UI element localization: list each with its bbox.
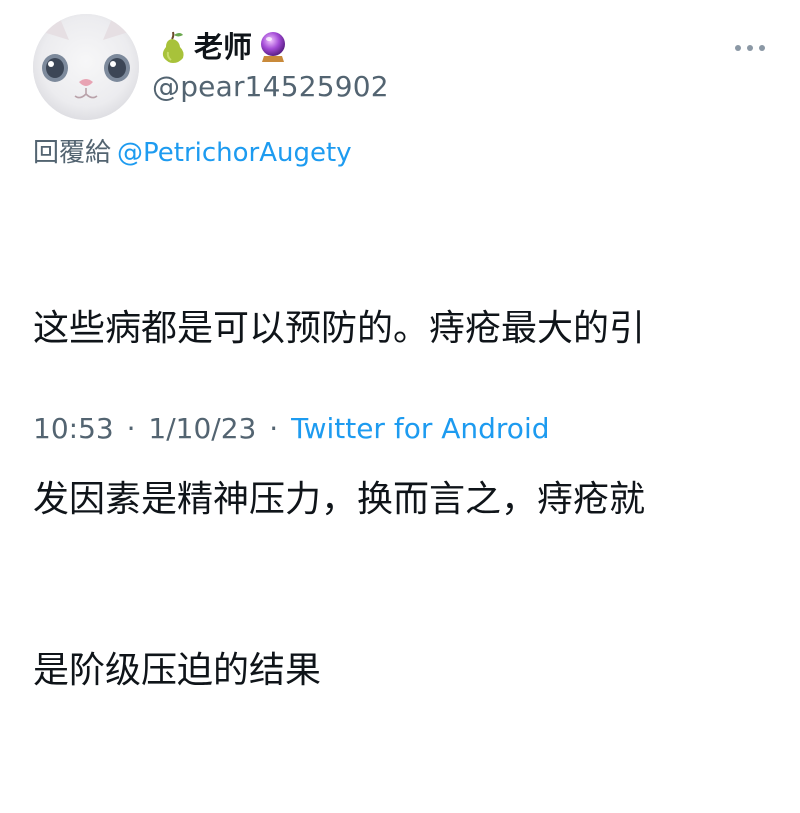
tweet-meta: 10:53 · 1/10/23 · Twitter for Android	[33, 409, 550, 449]
avatar[interactable]	[33, 14, 139, 120]
reply-target-link[interactable]: @PetrichorAugety	[117, 138, 352, 168]
user-handle[interactable]: @pear14525902	[152, 70, 389, 104]
tweet-text: 这些病都是可以预防的。痔疮最大的引 发因素是精神压力，换而言之，痔疮就 是阶级压…	[33, 186, 773, 813]
meta-separator: ·	[269, 412, 279, 445]
tweet: 老师 @pear14525902 回覆給 @PetrichorAugety 这些…	[0, 0, 800, 691]
tweet-source-link[interactable]: Twitter for Android	[291, 412, 549, 445]
tweet-text-line: 发因素是精神压力，换而言之，痔疮就	[33, 479, 646, 520]
meta-separator: ·	[126, 412, 136, 445]
more-options-icon[interactable]	[730, 36, 770, 60]
tweet-text-line: 这些病都是可以预防的。痔疮最大的引	[33, 308, 646, 349]
tweet-time[interactable]: 10:53	[33, 412, 114, 445]
crystal-ball-emoji-icon	[258, 30, 288, 64]
tweet-text-line: 是阶级压迫的结果	[33, 650, 322, 691]
replying-to-label: 回覆給	[33, 138, 112, 168]
replying-to: 回覆給 @PetrichorAugety	[33, 134, 352, 172]
pear-emoji-icon	[158, 30, 188, 64]
display-name: 老师	[194, 29, 253, 64]
tweet-date[interactable]: 1/10/23	[148, 412, 256, 445]
display-name-row[interactable]: 老师	[158, 26, 288, 68]
